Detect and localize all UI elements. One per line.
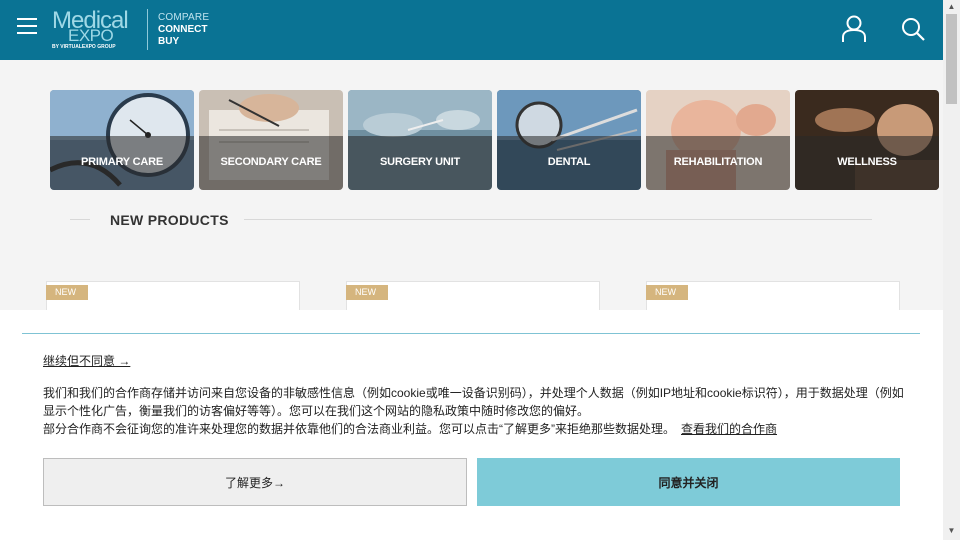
category-dental[interactable]: DENTAL [497, 90, 641, 190]
learn-more-button[interactable]: 了解更多→ [43, 458, 467, 506]
category-label: SECONDARY CARE [220, 156, 322, 168]
logo-subtext: EXPO [68, 26, 114, 45]
section-divider-left [70, 219, 90, 220]
new-badge: NEW [46, 285, 88, 300]
tagline-connect: CONNECT [158, 24, 208, 35]
category-rehabilitation[interactable]: REHABILITATION [646, 90, 790, 190]
logo[interactable]: Medical EXPO BY VIRTUALEXPO GROUP [52, 7, 138, 53]
category-primary-care[interactable]: PRIMARY CARE [50, 90, 194, 190]
agree-and-close-button[interactable]: 同意并关闭 [477, 458, 900, 506]
new-badge: NEW [646, 285, 688, 300]
category-wellness[interactable]: WELLNESS [795, 90, 939, 190]
category-secondary-care[interactable]: SECONDARY CARE [199, 90, 343, 190]
cookie-consent-banner: 继续但不同意 → 我们和我们的合作商存储并访问来自您设备的非敏感性信息（例如co… [0, 310, 943, 540]
site-header: Medical EXPO BY VIRTUALEXPO GROUP COMPAR… [0, 0, 943, 60]
category-surgery-unit[interactable]: SURGERY UNIT [348, 90, 492, 190]
category-label: DENTAL [547, 156, 591, 168]
category-tiles: PRIMARY CARE SECONDARY CARE SURGERY UNIT… [50, 90, 940, 190]
hamburger-menu-icon[interactable] [17, 18, 37, 34]
page: Medical EXPO BY VIRTUALEXPO GROUP COMPAR… [0, 0, 960, 540]
category-label: PRIMARY CARE [81, 156, 163, 168]
user-icon[interactable] [841, 15, 867, 43]
category-label: SURGERY UNIT [379, 156, 461, 168]
consent-text-paragraph-2: 部分合作商不会征询您的准许来处理您的数据并依靠他们的合法商业利益。您可以点击“了… [43, 422, 675, 436]
tagline-buy: BUY [158, 36, 180, 47]
view-partners-link[interactable]: 查看我们的合作商 [681, 422, 777, 436]
page-scrollbar[interactable]: ▲ ▼ [943, 0, 960, 540]
consent-divider [22, 333, 920, 334]
consent-text: 我们和我们的合作商存储并访问来自您设备的非敏感性信息（例如cookie或唯一设备… [43, 384, 913, 438]
search-icon[interactable] [900, 16, 926, 42]
section-title: NEW PRODUCTS [110, 212, 229, 228]
logo-group-text: BY VIRTUALEXPO GROUP [52, 44, 116, 50]
tagline: COMPARE CONNECT BUY [158, 12, 209, 48]
tagline-compare: COMPARE [158, 12, 210, 23]
category-label: WELLNESS [837, 156, 897, 168]
scroll-up-arrow-icon[interactable]: ▲ [943, 0, 960, 14]
scroll-down-arrow-icon[interactable]: ▼ [943, 524, 960, 538]
scroll-thumb[interactable] [946, 14, 957, 104]
logo-divider [147, 9, 148, 50]
new-badge: NEW [346, 285, 388, 300]
consent-text-paragraph-1: 我们和我们的合作商存储并访问来自您设备的非敏感性信息（例如cookie或唯一设备… [43, 386, 904, 418]
section-divider-right [244, 219, 872, 220]
continue-without-agreeing-link[interactable]: 继续但不同意 → [43, 352, 130, 369]
category-label: REHABILITATION [673, 156, 763, 168]
